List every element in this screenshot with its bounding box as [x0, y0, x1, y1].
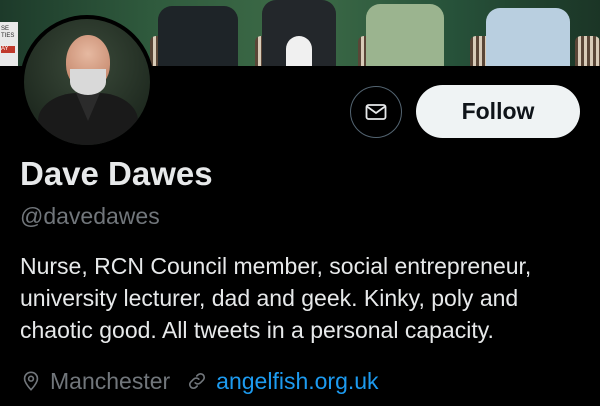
- banner-person: [486, 8, 570, 66]
- profile-website-link[interactable]: angelfish.org.uk: [216, 368, 378, 395]
- banner-chair: [575, 36, 600, 66]
- profile-bio: Nurse, RCN Council member, social entrep…: [20, 253, 532, 343]
- envelope-icon: [364, 100, 388, 124]
- avatar-beard: [70, 69, 106, 95]
- profile-handle: @davedawes: [20, 203, 160, 229]
- banner-sign-text: AY: [1, 46, 15, 53]
- profile-location: Manchester: [50, 367, 171, 394]
- profile-meta: Manchester angelfish.org.uk: [20, 366, 379, 396]
- banner-sign-text: SE: [1, 26, 10, 32]
- banner-sign-text: TIES: [1, 33, 15, 39]
- link-icon: [186, 370, 208, 392]
- avatar[interactable]: [20, 15, 154, 149]
- map-pin-icon: [20, 370, 42, 392]
- follow-button[interactable]: Follow: [416, 85, 580, 138]
- profile-name: Dave Dawes: [20, 155, 213, 192]
- banner-person: [158, 6, 238, 66]
- banner-sign: SE TIES AY: [0, 22, 18, 66]
- banner-person-shirt: [286, 36, 312, 66]
- message-button[interactable]: [350, 86, 402, 138]
- banner-person: [366, 4, 444, 66]
